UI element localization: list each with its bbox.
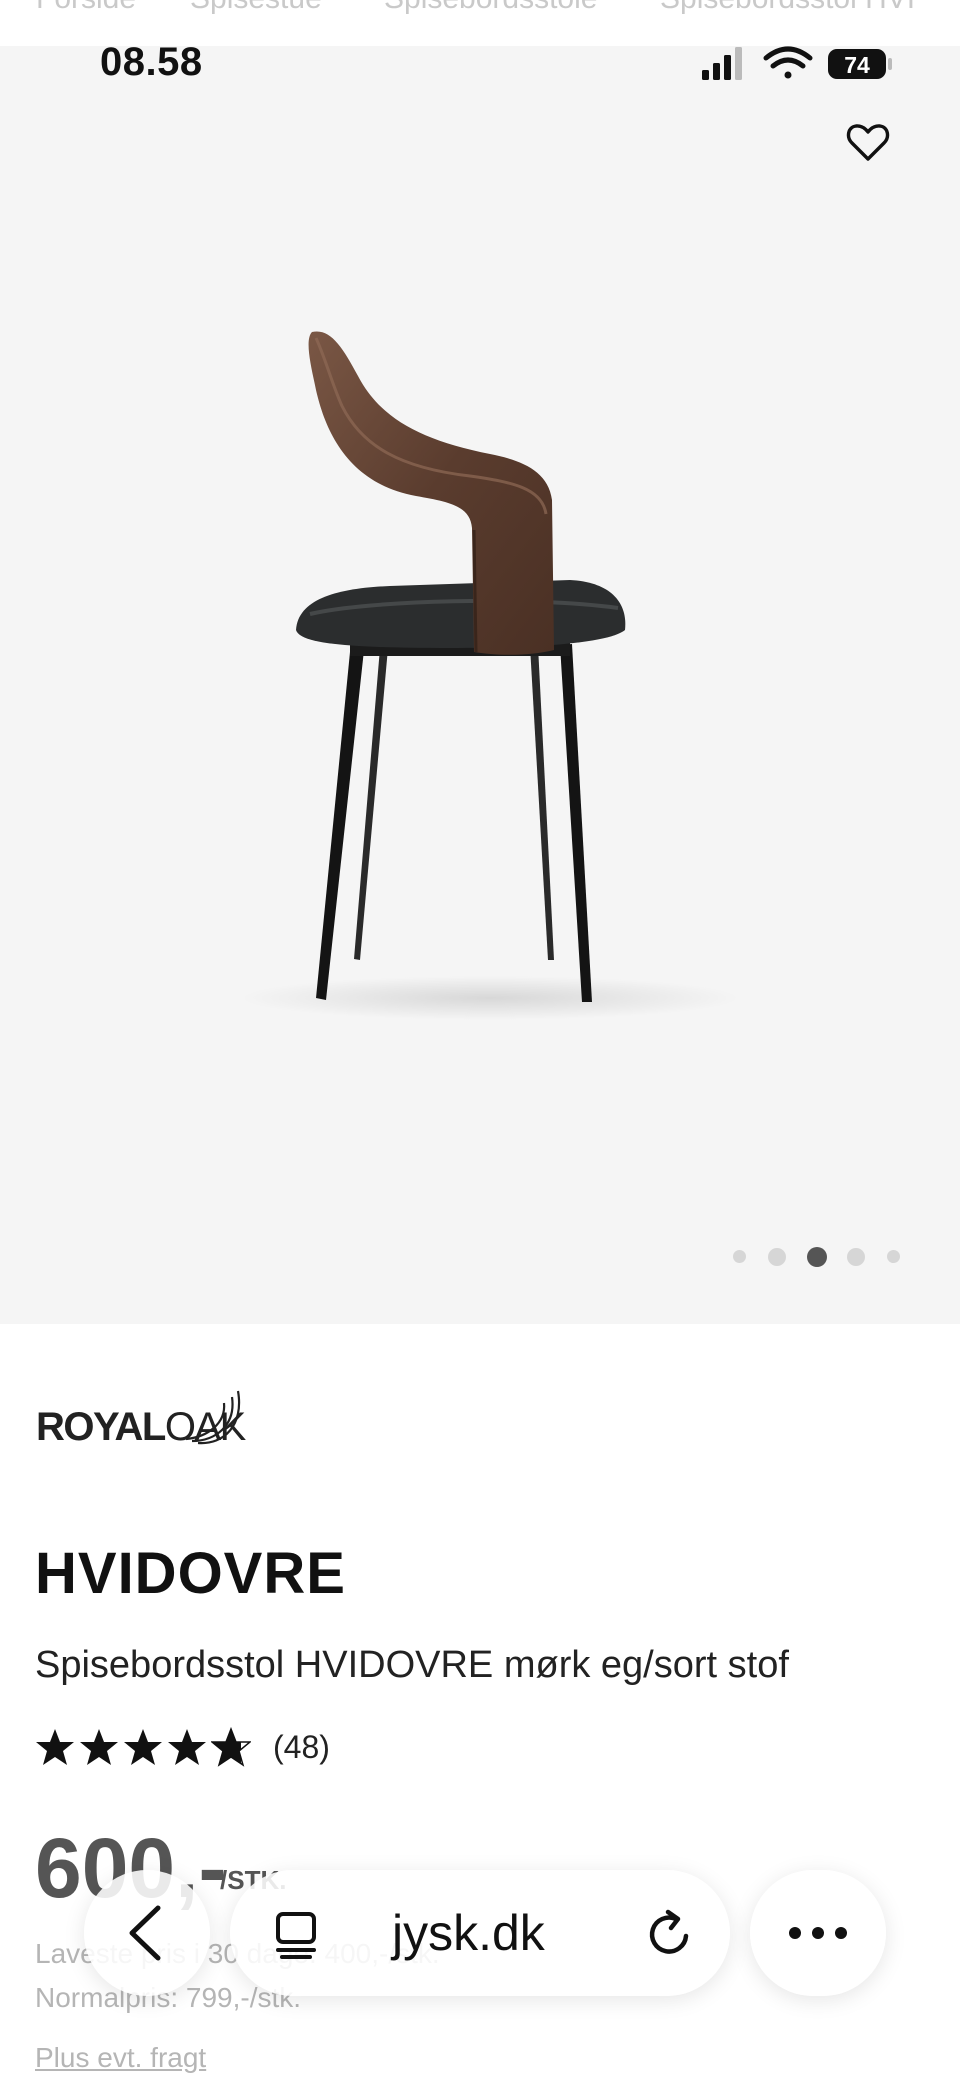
product-image [240, 331, 740, 1020]
breadcrumb-item[interactable]: Spisebordsstol HVI [660, 0, 915, 16]
carousel-dot[interactable] [887, 1250, 900, 1263]
tabs-icon[interactable] [268, 1906, 324, 1962]
rating-count: (48) [273, 1728, 330, 1765]
reload-icon[interactable] [642, 1906, 698, 1962]
star-icon [80, 1729, 118, 1765]
signal-icon [702, 47, 742, 80]
heart-icon[interactable] [844, 118, 892, 166]
star-icon [124, 1729, 162, 1765]
more-button[interactable] [750, 1870, 886, 1996]
chevron-left-icon [129, 1905, 161, 1961]
carousel-dot-active[interactable] [807, 1247, 827, 1267]
freight-link[interactable]: Plus evt. fragt [35, 2042, 206, 2074]
star-half-icon [211, 1727, 251, 1767]
rating-stars [35, 1727, 251, 1767]
back-button[interactable] [84, 1870, 210, 1996]
carousel-dot[interactable] [733, 1250, 746, 1263]
wifi-icon [763, 46, 813, 79]
product-description: Spisebordsstol HVIDOVRE mørk eg/sort sto… [35, 1644, 789, 1686]
carousel-dot[interactable] [847, 1248, 865, 1266]
brand-logo[interactable]: ROYALOAK [36, 1383, 256, 1449]
status-icons: 74 [702, 46, 892, 80]
address-bar[interactable]: jysk.dk [230, 1870, 730, 1996]
svg-text:74: 74 [844, 52, 870, 78]
battery-icon: 74 [828, 49, 892, 79]
status-time: 08.58 [100, 40, 203, 84]
url-text[interactable]: jysk.dk [392, 1904, 545, 1962]
carousel-dot[interactable] [768, 1248, 786, 1266]
breadcrumb-item[interactable]: Spisestue [190, 0, 322, 16]
breadcrumb-item[interactable]: Spisebordsstole [384, 0, 597, 16]
product-name: HVIDOVRE [35, 1541, 346, 1606]
breadcrumb-item[interactable]: Forside [36, 0, 136, 16]
rating[interactable]: (48) [35, 1722, 330, 1772]
star-icon [168, 1729, 206, 1765]
ellipsis-icon [789, 1927, 847, 1939]
brand-swirl-icon [185, 1390, 241, 1445]
star-icon [36, 1729, 74, 1765]
